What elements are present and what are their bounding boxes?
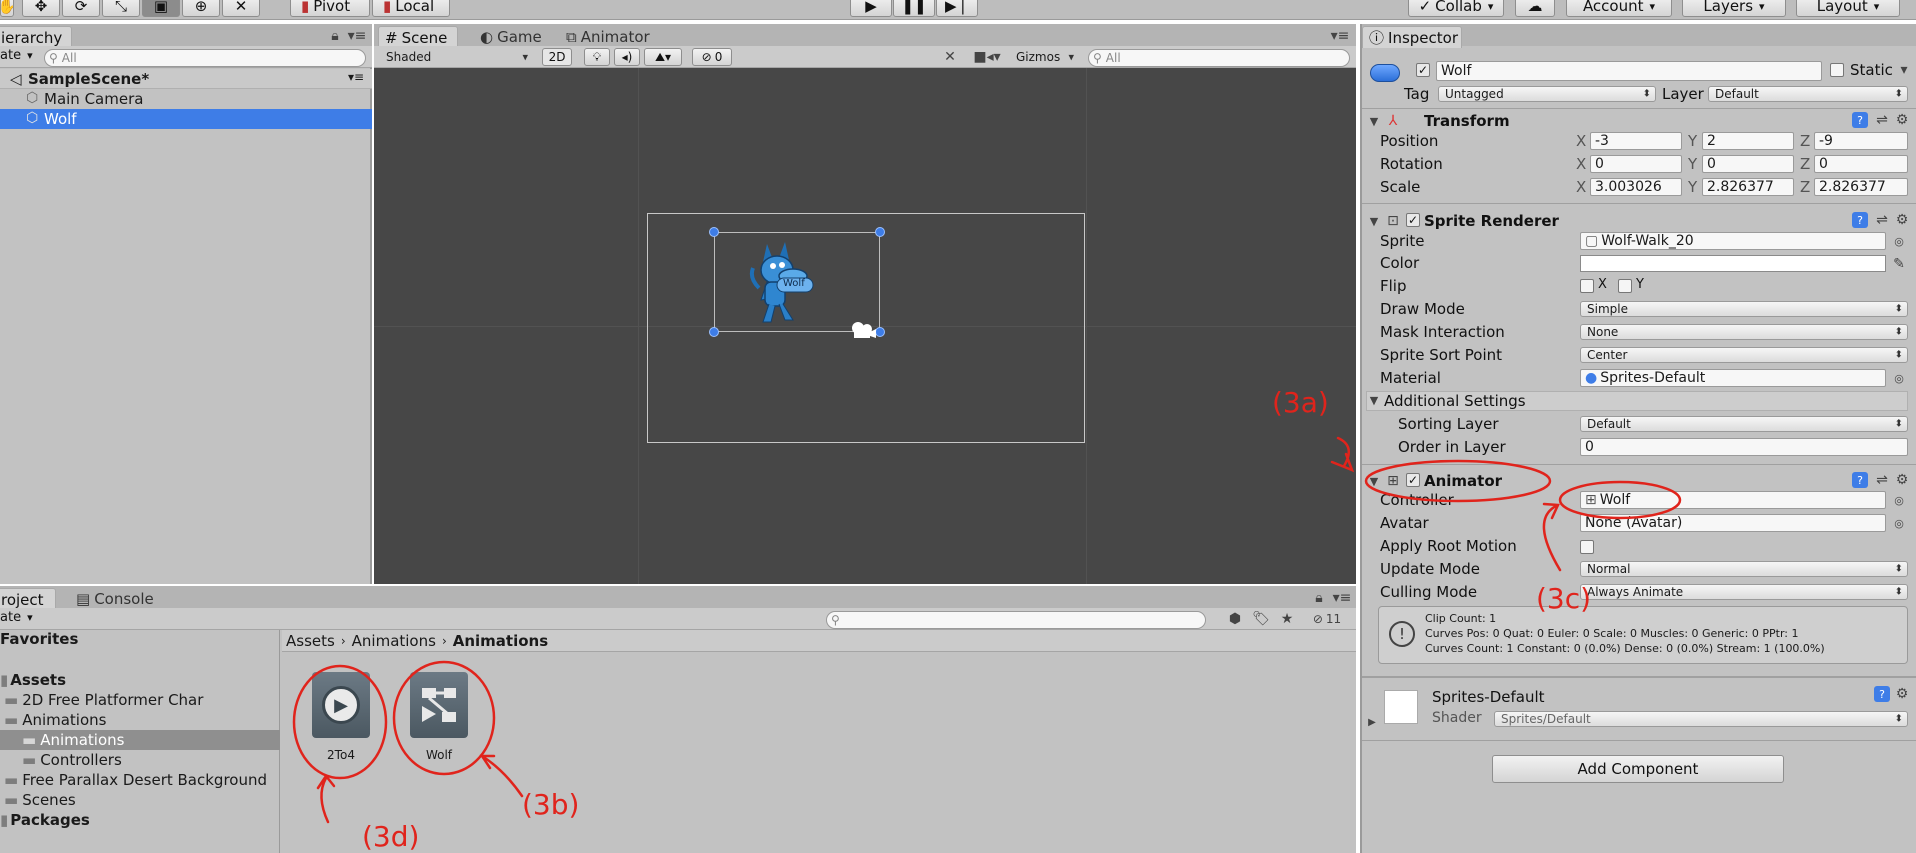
annotation-arrow-3c (1542, 502, 1562, 572)
annotation-circle-3c (1558, 480, 1682, 520)
annotation-circle-3a (1364, 459, 1552, 503)
unity-editor-window: ✋ ✥ ⟳ ⤡ ▣ ⊕ ✕ ▮Pivot ▮Local ▶ ❚❚ ▶❘ ✓Col… (0, 0, 1916, 853)
annotation-label-3a: (3a) (1272, 386, 1329, 419)
annotation-arrow-3d (316, 773, 336, 824)
annotation-label-3d: (3d) (362, 820, 420, 853)
annotation-circle-3b (392, 660, 496, 776)
annotation-overlay (292, 436, 1682, 824)
annotation-arrow-3a (1330, 436, 1355, 473)
annotation-circle-3d (292, 664, 388, 780)
annotation-label-3b: (3b) (522, 788, 580, 821)
annotation-arrow-3b (479, 754, 524, 798)
annotation-label-3c: (3c) (1536, 582, 1592, 615)
